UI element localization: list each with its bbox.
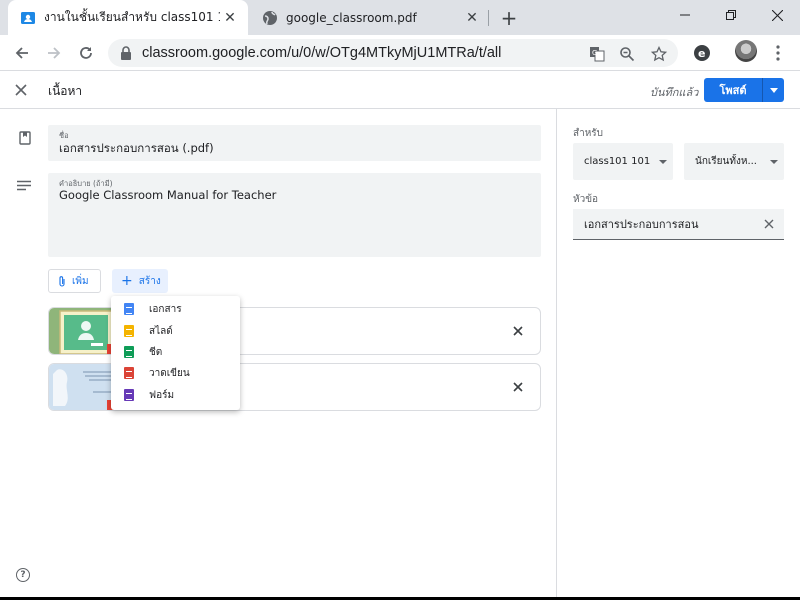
attachment-thumbnail [49,308,115,354]
tab-pdf[interactable]: google_classroom.pdf ✕ [250,0,490,35]
add-button-label: เพิ่ม [72,275,89,287]
new-tab-button[interactable]: + [497,6,521,30]
description-field[interactable]: คำอธิบาย (ถ้ามี) Google Classroom Manual… [48,173,541,257]
menu-item-forms[interactable]: ฟอร์ม [111,384,240,406]
address-bar[interactable]: classroom.google.com/u/0/w/OTg4MTkyMjU1M… [108,39,678,67]
forward-button[interactable] [42,41,66,65]
svg-text:G: G [592,49,597,57]
plus-icon: + [121,273,133,289]
restore-button[interactable] [708,0,754,30]
class-select-value: class101 101 [584,156,651,167]
saved-status: บันทึกแล้ว [650,86,699,99]
forms-icon [124,389,134,401]
forward-arrow-icon [48,47,61,59]
bookmark-icon [17,130,33,146]
menu-item-label: วาดเขียน [149,367,190,379]
menu-item-label: ฟอร์ม [149,389,175,401]
title-value: เอกสารประกอบการสอน (.pdf) [59,141,214,155]
post-dropdown-icon[interactable] [763,87,784,93]
minimize-button[interactable] [662,0,708,30]
more-vert-icon [776,45,780,61]
profile-avatar[interactable] [735,40,757,62]
reload-icon [80,47,92,59]
clear-topic-icon[interactable] [754,219,784,229]
dropdown-arrow-icon [764,159,784,164]
tab-title: google_classroom.pdf [286,10,417,25]
remove-attachment-icon[interactable] [510,323,526,339]
topic-value: เอกสารประกอบการสอน [584,218,699,231]
reload-button[interactable] [74,41,98,65]
sheets-icon [124,346,134,358]
extension-icon: e [694,45,710,61]
translate-icon[interactable]: G [588,45,606,63]
for-label: สำหรับ [573,128,604,139]
zoom-icon[interactable] [618,45,636,63]
browser-toolbar: classroom.google.com/u/0/w/OTg4MTkyMjU1M… [0,35,800,71]
title-field[interactable]: ชื่อ เอกสารประกอบการสอน (.pdf) [48,125,541,161]
attach-icon [58,275,66,287]
page-title: เนื้อหา [48,84,83,98]
class-select[interactable]: class101 101 [573,143,673,180]
minimize-icon [680,14,690,16]
url-text: classroom.google.com/u/0/w/OTg4MTkyMjU1M… [142,45,502,61]
drawings-icon [124,367,134,379]
post-button[interactable]: โพสต์ [704,78,784,102]
browser-menu-button[interactable] [766,41,790,65]
docs-icon [124,303,134,315]
create-button[interactable]: + สร้าง [112,269,168,293]
close-tab-icon[interactable]: ✕ [462,8,482,28]
topic-field[interactable]: เอกสารประกอบการสอน [573,209,784,240]
extension-button[interactable]: e [690,41,714,65]
students-select[interactable]: นักเรียนทั้งห... [684,143,784,180]
create-menu: เอกสาร สไลด์ ชีต วาดเขียน ฟอร์ม [111,296,240,410]
close-tab-icon[interactable]: ✕ [220,8,240,28]
topic-label: หัวข้อ [573,194,599,205]
app-header: เนื้อหา บันทึกแล้ว โพสต์ [0,71,800,109]
description-value: Google Classroom Manual for Teacher [59,188,277,202]
menu-item-sheets[interactable]: ชีต [111,341,240,363]
back-button[interactable] [10,41,34,65]
menu-item-label: ชีต [149,346,163,358]
students-select-value: นักเรียนทั้งห... [695,156,757,167]
menu-item-slides[interactable]: สไลด์ [111,320,240,342]
dropdown-arrow-icon [653,159,673,164]
remove-attachment-icon[interactable] [510,379,526,395]
menu-item-label: สไลด์ [149,325,173,337]
globe-icon [262,10,278,26]
description-lines-icon [16,178,32,194]
slides-icon [124,325,134,337]
menu-item-docs[interactable]: เอกสาร [111,298,240,320]
attachment-thumbnail [49,364,115,410]
browser-tab-strip: งานในชั้นเรียนสำหรับ class101 101 ✕ goog… [0,0,800,35]
bookmark-star-icon[interactable] [650,45,668,63]
classroom-icon [20,10,36,26]
lock-icon[interactable] [120,46,132,60]
menu-item-drawings[interactable]: วาดเขียน [111,362,240,384]
back-arrow-icon [15,47,28,59]
close-icon [771,9,783,21]
post-button-label: โพสต์ [719,84,747,97]
sidebar-divider [556,109,557,600]
help-icon[interactable]: ? [16,568,30,582]
tab-title: งานในชั้นเรียนสำหรับ class101 101 [44,10,220,24]
add-button[interactable]: เพิ่ม [48,269,101,293]
tab-separator [488,10,489,26]
restore-icon [726,10,736,20]
tab-classroom[interactable]: งานในชั้นเรียนสำหรับ class101 101 ✕ [8,0,248,35]
create-button-label: สร้าง [138,275,161,287]
close-icon[interactable] [12,81,30,99]
menu-item-label: เอกสาร [149,303,182,315]
close-window-button[interactable] [754,0,800,30]
svg-text:e: e [698,47,705,60]
